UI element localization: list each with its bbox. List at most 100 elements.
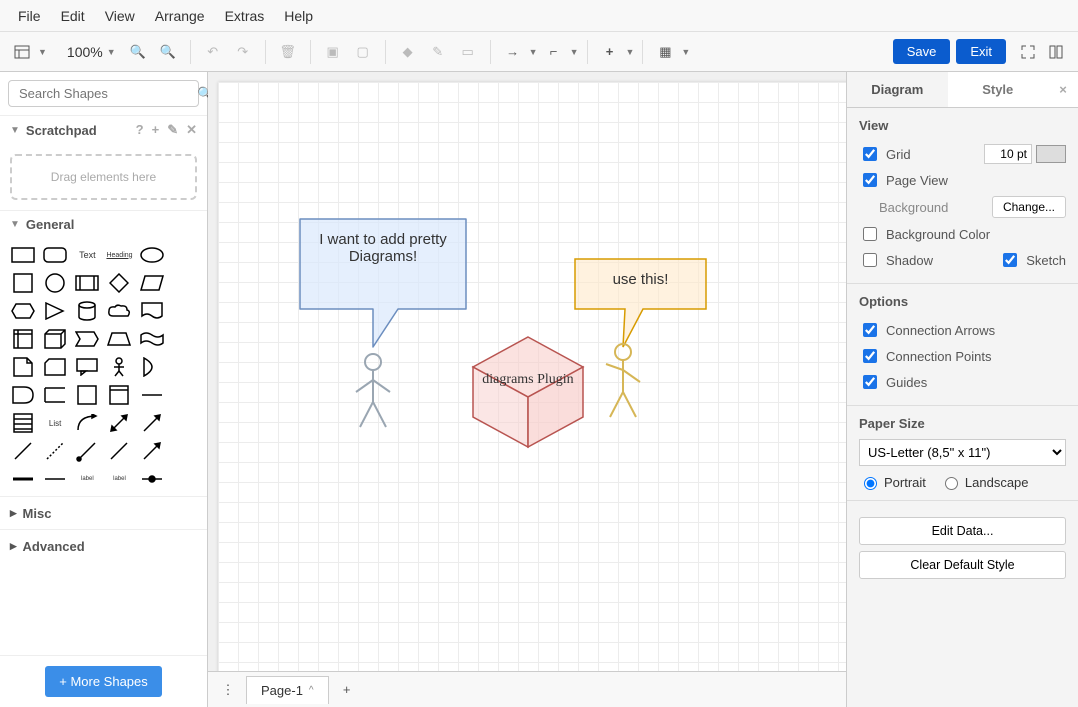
- exit-button[interactable]: Exit: [956, 39, 1006, 64]
- portrait-radio[interactable]: [864, 477, 877, 490]
- help-icon[interactable]: ?: [136, 122, 144, 138]
- redo-icon[interactable]: ↷: [229, 38, 257, 66]
- shape-square[interactable]: [10, 272, 36, 294]
- callout-blue[interactable]: I want to add pretty Diagrams!: [298, 217, 468, 327]
- shape-link3[interactable]: [139, 468, 165, 490]
- shape-bidir-arrow[interactable]: [106, 412, 132, 434]
- zoom-level[interactable]: 100% ▼: [61, 42, 122, 62]
- zoom-in-icon[interactable]: 🔍: [124, 38, 152, 66]
- more-shapes-button[interactable]: + More Shapes: [45, 666, 162, 697]
- menu-extras[interactable]: Extras: [215, 4, 275, 28]
- menu-file[interactable]: File: [8, 4, 51, 28]
- shape-and[interactable]: [10, 384, 36, 406]
- shape-line3[interactable]: [106, 440, 132, 462]
- change-bg-button[interactable]: Change...: [992, 196, 1066, 218]
- connection-icon[interactable]: →: [499, 38, 527, 66]
- shape-link-label2[interactable]: label: [106, 468, 132, 490]
- drawing-page[interactable]: I want to add pretty Diagrams!: [218, 82, 846, 671]
- format-panel-icon[interactable]: [1042, 38, 1070, 66]
- page-view-checkbox[interactable]: [863, 173, 877, 187]
- sketch-checkbox[interactable]: [1003, 253, 1017, 267]
- landscape-radio[interactable]: [945, 477, 958, 490]
- edit-icon[interactable]: ✎: [167, 122, 178, 138]
- clear-style-button[interactable]: Clear Default Style: [859, 551, 1066, 579]
- shape-container[interactable]: [74, 384, 100, 406]
- line-color-icon[interactable]: ✎: [424, 38, 452, 66]
- guides-checkbox[interactable]: [863, 375, 877, 389]
- to-back-icon[interactable]: ▢: [349, 38, 377, 66]
- search-shapes-input[interactable]: [17, 85, 197, 102]
- fill-color-icon[interactable]: ◆: [394, 38, 422, 66]
- fullscreen-icon[interactable]: [1014, 38, 1042, 66]
- menu-arrange[interactable]: Arrange: [145, 4, 215, 28]
- shape-actor[interactable]: [106, 356, 132, 378]
- shape-trapezoid[interactable]: [106, 328, 132, 350]
- undo-icon[interactable]: ↶: [199, 38, 227, 66]
- misc-header[interactable]: ▸ Misc: [0, 496, 207, 529]
- save-button[interactable]: Save: [893, 39, 951, 64]
- tab-style[interactable]: Style: [948, 72, 1049, 107]
- tab-diagram[interactable]: Diagram: [847, 72, 948, 107]
- grid-checkbox[interactable]: [863, 147, 877, 161]
- shape-rectangle[interactable]: [10, 244, 36, 266]
- shape-tape[interactable]: [139, 328, 165, 350]
- general-header[interactable]: ▼ General: [0, 210, 207, 238]
- scratchpad-header[interactable]: ▼ Scratchpad ? + ✎ ✕: [0, 115, 207, 144]
- search-shapes-wrap[interactable]: 🔍: [8, 80, 199, 107]
- shape-arrow[interactable]: [139, 412, 165, 434]
- stick-figure-grey[interactable]: [348, 352, 398, 435]
- add-icon[interactable]: +: [152, 122, 160, 138]
- close-panel-icon[interactable]: ×: [1048, 72, 1078, 107]
- shape-callout[interactable]: [74, 356, 100, 378]
- scratchpad-drop-zone[interactable]: Drag elements here: [10, 154, 197, 200]
- bg-color-checkbox[interactable]: [863, 227, 877, 241]
- shape-process[interactable]: [74, 272, 100, 294]
- add-page-icon[interactable]: +: [333, 676, 361, 704]
- shape-rounded-rect[interactable]: [42, 244, 68, 266]
- pages-menu-icon[interactable]: ⋮: [214, 676, 242, 704]
- shape-list[interactable]: [10, 412, 36, 434]
- shape-line[interactable]: [10, 440, 36, 462]
- shape-or[interactable]: [139, 356, 165, 378]
- shape-blank2[interactable]: [171, 272, 197, 294]
- shape-diamond[interactable]: [106, 272, 132, 294]
- shadow-checkbox[interactable]: [863, 253, 877, 267]
- paper-size-select[interactable]: US-Letter (8,5" x 11"): [859, 439, 1066, 466]
- shape-internal-storage[interactable]: [10, 328, 36, 350]
- conn-points-checkbox[interactable]: [863, 349, 877, 363]
- shape-cylinder[interactable]: [74, 300, 100, 322]
- close-icon[interactable]: ✕: [186, 122, 197, 138]
- shape-triangle[interactable]: [42, 300, 68, 322]
- menu-edit[interactable]: Edit: [51, 4, 95, 28]
- shape-link1[interactable]: [10, 468, 36, 490]
- shape-text[interactable]: Text: [74, 244, 100, 266]
- shape-parallelogram[interactable]: [139, 272, 165, 294]
- table-icon[interactable]: ▦: [651, 38, 679, 66]
- shape-line4[interactable]: [139, 440, 165, 462]
- insert-icon[interactable]: +: [596, 38, 624, 66]
- shape-cloud[interactable]: [106, 300, 132, 322]
- shape-line2[interactable]: [74, 440, 100, 462]
- shape-blank9[interactable]: [171, 468, 197, 490]
- grid-color-swatch[interactable]: [1036, 145, 1066, 163]
- shape-blank6[interactable]: [171, 384, 197, 406]
- shape-note[interactable]: [10, 356, 36, 378]
- shape-frame[interactable]: [106, 384, 132, 406]
- page-tab-1[interactable]: Page-1 ^: [246, 676, 329, 704]
- shape-blank3[interactable]: [171, 300, 197, 322]
- shape-circle[interactable]: [42, 272, 68, 294]
- shape-ellipse[interactable]: [139, 244, 165, 266]
- shape-datastore[interactable]: [42, 384, 68, 406]
- shape-blank8[interactable]: [171, 440, 197, 462]
- shape-blank7[interactable]: [171, 412, 197, 434]
- shape-blank[interactable]: [171, 244, 197, 266]
- shape-dashed-line[interactable]: [42, 440, 68, 462]
- waypoints-icon[interactable]: ⌐: [540, 38, 568, 66]
- shape-hline[interactable]: [139, 384, 165, 406]
- stick-figure-yellow[interactable]: [598, 342, 648, 425]
- shape-blank5[interactable]: [171, 356, 197, 378]
- menu-help[interactable]: Help: [274, 4, 323, 28]
- advanced-header[interactable]: ▸ Advanced: [0, 529, 207, 562]
- shape-link-label[interactable]: label: [74, 468, 100, 490]
- shape-card[interactable]: [42, 356, 68, 378]
